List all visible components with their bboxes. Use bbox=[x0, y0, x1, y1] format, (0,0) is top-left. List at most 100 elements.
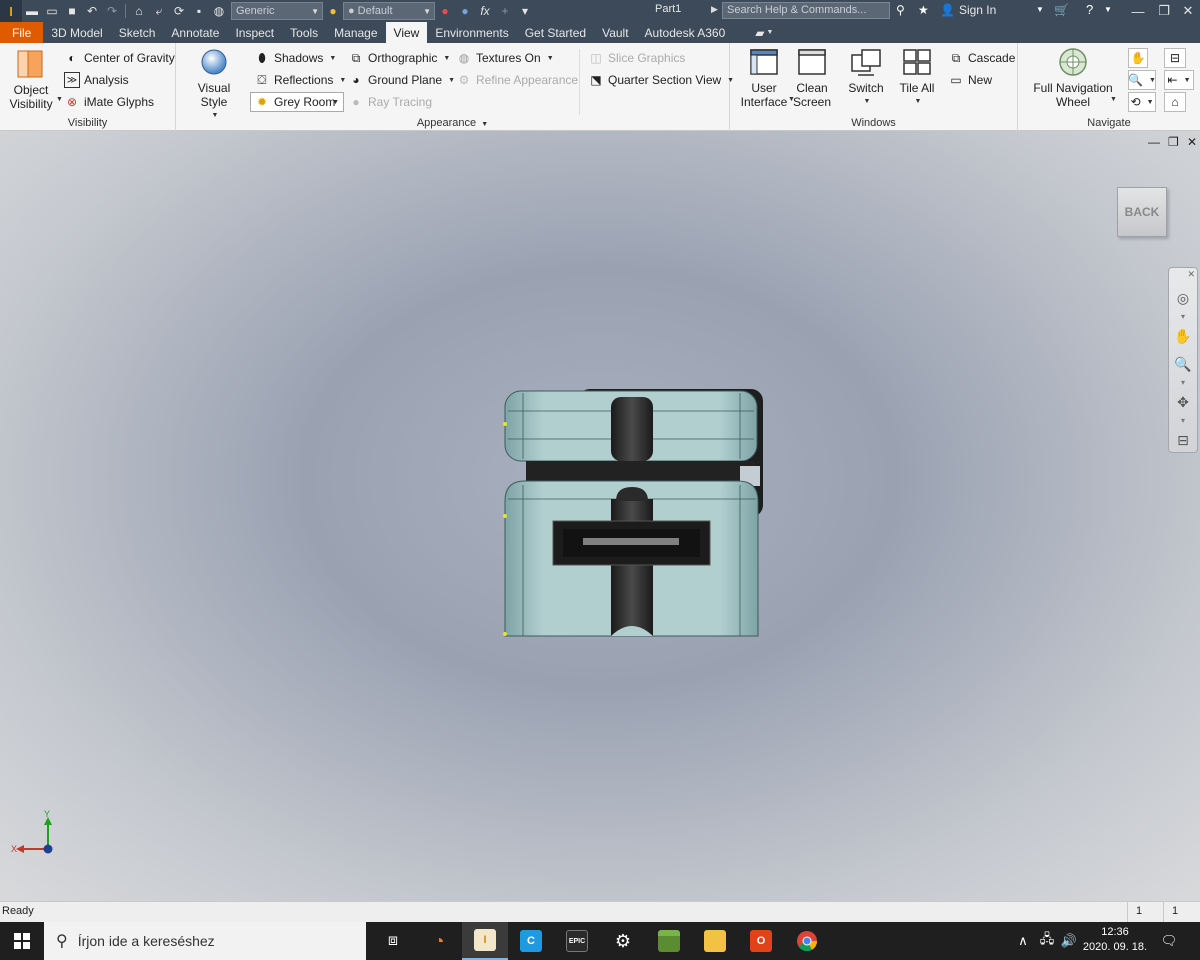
redo-icon[interactable]: ↷ bbox=[102, 1, 122, 21]
epic-games-button[interactable]: EPIC bbox=[554, 922, 600, 960]
steering-wheel-icon[interactable]: ◎ bbox=[1169, 284, 1197, 312]
pan-hand-icon[interactable]: ✋ bbox=[1169, 322, 1197, 350]
inventor-logo-icon[interactable]: I bbox=[0, 0, 22, 22]
notification-center-icon[interactable]: 🗨 bbox=[1154, 922, 1184, 960]
cura-button[interactable]: C bbox=[508, 922, 554, 960]
chevron-down-icon[interactable]: ▼ bbox=[1110, 96, 1117, 103]
tab-inspect[interactable]: Inspect bbox=[227, 22, 282, 43]
color-ball-icon[interactable]: ● bbox=[323, 1, 343, 21]
help-icon[interactable]: ? bbox=[1086, 2, 1093, 17]
chevron-down-icon[interactable]: ▼ bbox=[1104, 5, 1112, 14]
graphics-viewport[interactable]: — ❐ ✕ BACK ✕ ◎ ▾ ✋ 🔍 ▾ ✥ ▾ ⊟ Y X bbox=[0, 131, 1200, 901]
office-button[interactable]: O bbox=[738, 922, 784, 960]
viewport-close-icon[interactable]: ✕ bbox=[1187, 135, 1197, 149]
tab-view[interactable]: View bbox=[385, 22, 428, 43]
appearance-group-label[interactable]: Appearance ▼ bbox=[176, 117, 729, 129]
orbit-icon[interactable]: ⟲ ▼ bbox=[1128, 92, 1156, 112]
refine-appearance-button[interactable]: ⚙ Refine Appearance bbox=[456, 72, 578, 88]
zoom-icon[interactable]: 🔍 bbox=[1169, 350, 1197, 378]
inventor-button[interactable]: I bbox=[462, 922, 508, 960]
grey-room-select[interactable]: ✹ Grey Room ▼ bbox=[250, 92, 344, 112]
full-navigation-wheel-button[interactable]: Full Navigation Wheel bbox=[1028, 47, 1118, 109]
chevron-down-icon[interactable]: ▼ bbox=[1036, 5, 1044, 14]
orbit-icon[interactable]: ✥ bbox=[1169, 388, 1197, 416]
new-window-button[interactable]: ▭ New bbox=[948, 72, 992, 88]
viewcube[interactable]: BACK bbox=[1117, 187, 1167, 237]
ray-tracing-button[interactable]: ● Ray Tracing bbox=[348, 94, 432, 110]
new-file-icon[interactable]: ▬ bbox=[22, 1, 42, 21]
tab-vault[interactable]: Vault bbox=[594, 22, 636, 43]
tab-environments[interactable]: Environments bbox=[427, 22, 516, 43]
panel-toggle-button[interactable]: ▰ ▼ bbox=[747, 22, 781, 43]
web-icon[interactable]: ◍ bbox=[209, 1, 229, 21]
parameters-fx-icon[interactable]: fx bbox=[475, 1, 495, 21]
navbar-close-icon[interactable]: ✕ bbox=[1187, 269, 1195, 280]
orthographic-button[interactable]: ⧉ Orthographic ▼ bbox=[348, 50, 451, 66]
binoculars-icon[interactable]: ⚲ bbox=[896, 3, 905, 17]
minimize-icon[interactable]: — bbox=[1124, 0, 1152, 22]
clear-appearance-icon[interactable]: ● bbox=[455, 1, 475, 21]
select-icon[interactable]: ▪ bbox=[189, 1, 209, 21]
object-visibility-button[interactable]: Object Visibility bbox=[6, 49, 56, 111]
analysis-button[interactable]: ≫ Analysis bbox=[64, 72, 129, 88]
viewport-minimize-icon[interactable]: — bbox=[1148, 135, 1160, 149]
tab-autodesk-a360[interactable]: Autodesk A360 bbox=[637, 22, 734, 43]
open-folder-icon[interactable]: ▭ bbox=[42, 1, 62, 21]
plus-icon[interactable]: + bbox=[495, 1, 515, 21]
shadows-button[interactable]: ⬮ Shadows ▼ bbox=[254, 50, 336, 66]
imate-glyphs-button[interactable]: ⊗ iMate Glyphs bbox=[64, 94, 154, 110]
clean-screen-button[interactable]: Clean Screen bbox=[792, 47, 832, 109]
chevron-down-icon[interactable]: ▼ bbox=[56, 96, 63, 103]
user-interface-button[interactable]: User Interface bbox=[738, 47, 790, 109]
close-icon[interactable]: ✕ bbox=[1174, 0, 1200, 22]
customize-icon[interactable]: ▾ bbox=[515, 1, 535, 21]
search-help-input[interactable]: Search Help & Commands... bbox=[722, 2, 890, 19]
network-icon[interactable]: 🖧 bbox=[1036, 922, 1058, 960]
zoom-all-icon[interactable]: ⇤ ▼ bbox=[1164, 70, 1194, 90]
textures-on-button[interactable]: ◍ Textures On ▼ bbox=[456, 50, 554, 66]
tab-3d-model[interactable]: 3D Model bbox=[43, 22, 110, 43]
file-explorer-button[interactable] bbox=[692, 922, 738, 960]
3d-model[interactable] bbox=[490, 381, 780, 651]
tray-chevron-up-icon[interactable]: ∧ bbox=[1014, 922, 1032, 960]
tab-get-started[interactable]: Get Started bbox=[517, 22, 594, 43]
tile-all-button[interactable]: Tile All ▼ bbox=[896, 47, 938, 109]
adjust-appearance-icon[interactable]: ● bbox=[435, 1, 455, 21]
cart-icon[interactable]: 🛒 bbox=[1054, 3, 1069, 17]
minecraft-button[interactable] bbox=[646, 922, 692, 960]
home-view-icon[interactable]: ⌂ bbox=[1164, 92, 1186, 112]
return-icon[interactable]: ⤶ bbox=[149, 1, 169, 21]
look-at-icon[interactable]: ⊟ bbox=[1164, 48, 1186, 68]
volume-icon[interactable]: 🔊 bbox=[1058, 922, 1080, 960]
tab-annotate[interactable]: Annotate bbox=[163, 22, 227, 43]
viewport-restore-icon[interactable]: ❐ bbox=[1168, 135, 1179, 149]
undo-icon[interactable]: ↶ bbox=[82, 1, 102, 21]
clock[interactable]: 12:36 2020. 09. 18. bbox=[1080, 925, 1150, 955]
chevron-down-icon[interactable]: ▾ bbox=[1169, 416, 1197, 426]
slice-graphics-button[interactable]: ◫ Slice Graphics bbox=[588, 50, 685, 66]
sign-in-button[interactable]: 👤 Sign In bbox=[940, 3, 996, 17]
start-button[interactable] bbox=[0, 922, 44, 960]
look-at-icon[interactable]: ⊟ bbox=[1169, 426, 1197, 454]
chevron-down-icon[interactable]: ▾ bbox=[1169, 378, 1197, 388]
update-icon[interactable]: ⟳ bbox=[169, 1, 189, 21]
center-of-gravity-button[interactable]: ◐ Center of Gravity bbox=[64, 50, 174, 66]
pan-hand-icon[interactable]: ✋ bbox=[1128, 48, 1148, 68]
task-view-button[interactable]: ⧈ bbox=[370, 922, 416, 960]
steam-button[interactable]: ⚙ bbox=[600, 922, 646, 960]
visual-style-button[interactable]: Visual Style ▼ bbox=[184, 47, 244, 123]
appearance-combo[interactable]: ● Default ▼ bbox=[343, 2, 435, 20]
tab-file[interactable]: File bbox=[0, 22, 44, 43]
cascade-button[interactable]: ⧉ Cascade bbox=[948, 50, 1016, 66]
ground-plane-button[interactable]: ◕ Ground Plane ▼ bbox=[348, 72, 455, 88]
tab-sketch[interactable]: Sketch bbox=[111, 22, 164, 43]
switch-button[interactable]: Switch ▼ bbox=[844, 47, 888, 109]
star-icon[interactable]: ★ bbox=[918, 3, 929, 17]
taskbar-search-input[interactable]: ⚲ Írjon ide a kereséshez bbox=[44, 922, 366, 960]
home-icon[interactable]: ⌂ bbox=[129, 1, 149, 21]
reflections-button[interactable]: ⛋ Reflections ▼ bbox=[254, 72, 346, 88]
chevron-down-icon[interactable]: ▾ bbox=[1169, 312, 1197, 322]
tab-manage[interactable]: Manage bbox=[326, 22, 385, 43]
quarter-section-view-button[interactable]: ⬔ Quarter Section View ▼ bbox=[588, 72, 734, 88]
save-icon[interactable]: ■ bbox=[62, 1, 82, 21]
